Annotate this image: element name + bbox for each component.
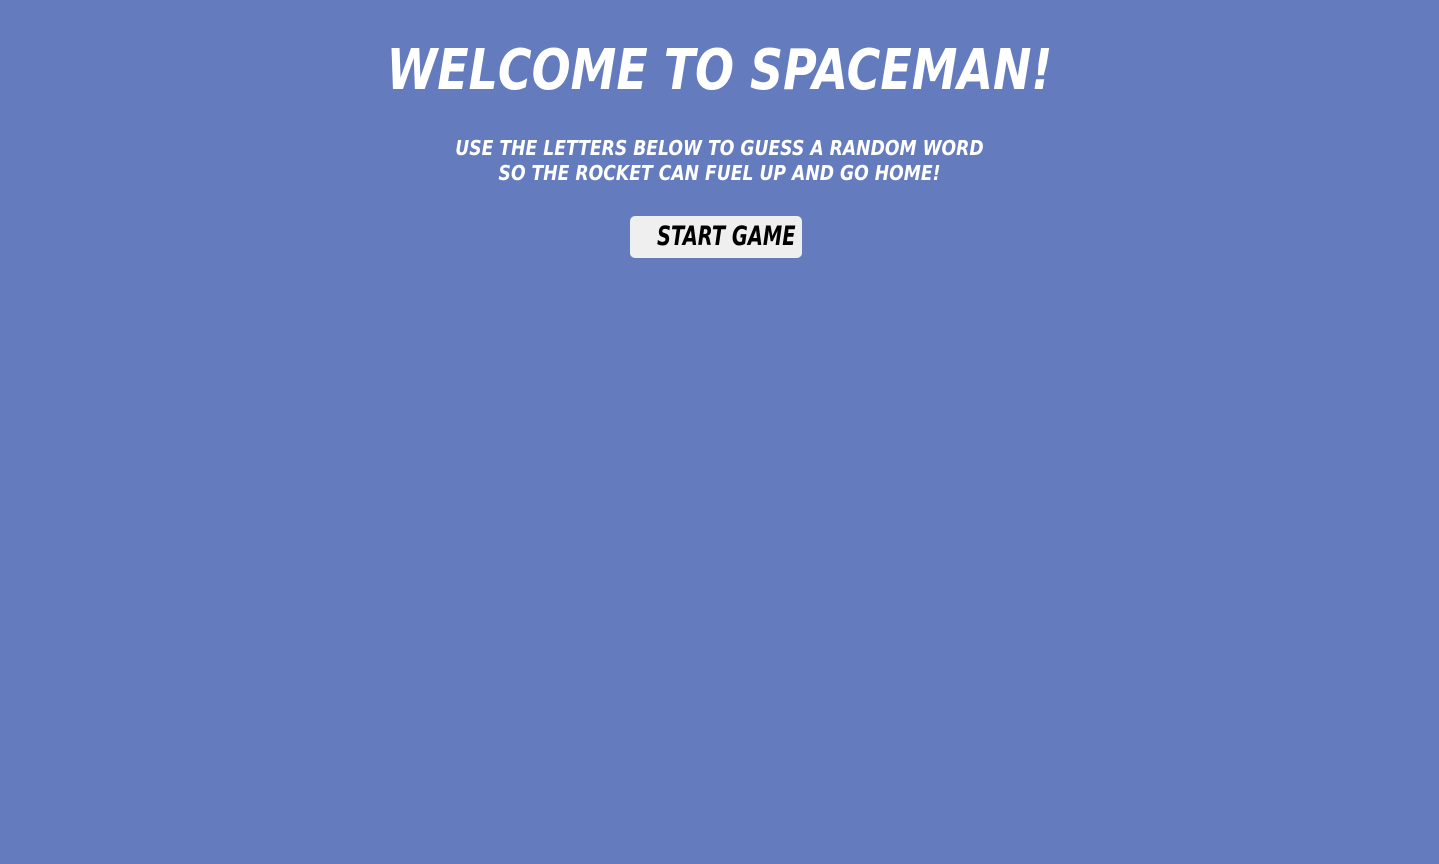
game-instructions: USE THE LETTERS BELOW TO GUESS A RANDOM … xyxy=(101,136,1339,186)
welcome-screen: WELCOME TO SPACEMAN! USE THE LETTERS BEL… xyxy=(0,0,1439,864)
start-game-button-label: START GAME xyxy=(656,221,796,252)
start-game-button[interactable]: START GAME xyxy=(630,216,802,258)
game-title: WELCOME TO SPACEMAN! xyxy=(386,38,1053,103)
instructions-line-2: SO THE ROCKET CAN FUEL UP AND GO HOME! xyxy=(498,161,941,185)
instructions-line-1: USE THE LETTERS BELOW TO GUESS A RANDOM … xyxy=(455,136,984,160)
